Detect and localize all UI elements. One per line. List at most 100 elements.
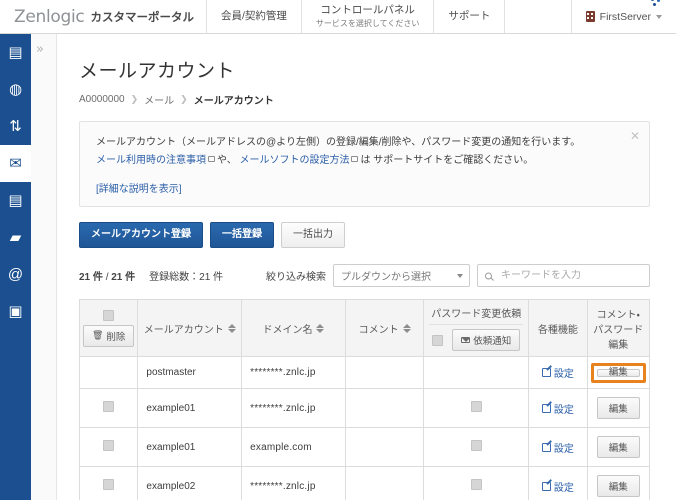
action-button-row: メールアカウント登録 一括登録 一括出力 bbox=[79, 222, 650, 248]
cell-account: postmaster bbox=[137, 356, 243, 389]
cell-password-checkbox bbox=[423, 356, 530, 389]
setting-link[interactable]: 設定 bbox=[541, 479, 574, 494]
delete-button[interactable]: 🗑 削除 bbox=[82, 324, 135, 347]
bulk-export-button[interactable]: 一括出力 bbox=[281, 222, 345, 248]
nav-item-membership[interactable]: 会員/契約管理 bbox=[207, 0, 301, 33]
header-functions: 各種機能 bbox=[528, 299, 588, 357]
row-checkbox[interactable] bbox=[103, 440, 115, 451]
main-content: メールアカウント A0000000 ❯ メール ❯ メールアカウント ✕ メール… bbox=[57, 34, 676, 500]
notice-link-precautions[interactable]: メール利用時の注意事項 bbox=[96, 155, 206, 166]
edit-button[interactable]: 編集 bbox=[596, 436, 640, 458]
left-sidebar: ▤ ◍ ⇅ ✉ ▤ ▰ @ ▣ bbox=[0, 34, 31, 500]
request-notify-label: 依頼通知 bbox=[473, 336, 512, 347]
table-row: example01 ********.znlc.jp 設定 編集 bbox=[78, 388, 651, 428]
mail-account-table-wrapper: 🗑 削除 メールアカウント ドメイン名 コメント パスワード変更依頼 依頼通知 … bbox=[78, 299, 651, 500]
header-edit-l2: パスワード bbox=[593, 324, 644, 336]
sidebar-item-server[interactable]: ▤ bbox=[0, 34, 31, 71]
row-checkbox[interactable] bbox=[103, 401, 115, 412]
notice-mid2: は サポートサイトをご確認ください。 bbox=[360, 154, 534, 166]
cell-edit: 編集 bbox=[586, 466, 651, 500]
logo-dots-icon bbox=[651, 0, 665, 6]
info-banner-line1: メールアカウント（メールアドレスの@より左側）の登録/編集/削除や、パスワード変… bbox=[96, 137, 581, 148]
notice-link-mailer-setup[interactable]: メールソフトの設定方法 bbox=[239, 155, 349, 166]
sidebar-item-at[interactable]: @ bbox=[0, 256, 31, 293]
setting-link[interactable]: 設定 bbox=[541, 401, 574, 416]
register-mail-account-button[interactable]: メールアカウント登録 bbox=[79, 222, 203, 248]
mail-icon: ✉ bbox=[9, 155, 22, 172]
cell-edit: 編集 bbox=[586, 427, 651, 467]
search-input[interactable] bbox=[501, 270, 642, 281]
info-banner-line2: メール利用時の注意事項 や、 メールソフトの設定方法は サポートサイトをご確認くだ… bbox=[96, 152, 623, 170]
select-all-checkbox[interactable] bbox=[103, 309, 115, 321]
header-mail-account[interactable]: メールアカウント bbox=[137, 299, 243, 357]
edit-button[interactable]: 編集 bbox=[596, 367, 640, 377]
cell-checkbox bbox=[78, 427, 139, 467]
pencil-icon bbox=[541, 403, 551, 413]
password-row-checkbox[interactable] bbox=[470, 440, 482, 451]
count-of: 21 件 bbox=[111, 272, 136, 283]
brand-logo[interactable]: Zenlogic カスタマーポータル bbox=[0, 0, 660, 33]
show-detail-link[interactable]: [詳細な説明を表示] bbox=[96, 180, 623, 195]
header-comment[interactable]: コメント bbox=[344, 299, 425, 357]
trash-icon: 🗑 bbox=[91, 330, 104, 340]
sidebar-item-database[interactable]: ▤ bbox=[0, 182, 31, 219]
cell-domain: example.com bbox=[241, 427, 346, 467]
table-row: example01 example.com 設定 編集 bbox=[78, 427, 651, 467]
count-separator: / bbox=[105, 272, 109, 283]
total-count-label: 登録総数：21 件 bbox=[149, 272, 224, 283]
sidebar-item-globe[interactable]: ◍ bbox=[0, 71, 31, 108]
delete-button-label: 削除 bbox=[106, 331, 126, 343]
sort-icon[interactable] bbox=[316, 323, 325, 333]
breadcrumb-separator-icon: ❯ bbox=[130, 94, 139, 104]
edit-button[interactable]: 編集 bbox=[596, 475, 640, 497]
table-header-row: 🗑 削除 メールアカウント ドメイン名 コメント パスワード変更依頼 依頼通知 … bbox=[78, 299, 651, 357]
search-icon bbox=[485, 272, 492, 279]
folder-icon: ▰ bbox=[9, 229, 22, 246]
cell-comment bbox=[344, 356, 425, 389]
cell-edit: 編集 bbox=[586, 388, 651, 428]
close-icon[interactable]: ✕ bbox=[630, 130, 640, 142]
sidebar-item-folder[interactable]: ▰ bbox=[0, 219, 31, 256]
nav-item-support[interactable]: サポート bbox=[434, 0, 504, 33]
breadcrumb-item-mail[interactable]: メール bbox=[144, 92, 174, 107]
transfer-icon: ⇅ bbox=[9, 118, 22, 135]
sort-icon[interactable] bbox=[227, 323, 236, 333]
password-row-checkbox[interactable] bbox=[470, 479, 482, 490]
chevron-down-icon bbox=[656, 14, 662, 19]
breadcrumb-item-account[interactable]: A0000000 bbox=[79, 94, 125, 105]
edit-button[interactable]: 編集 bbox=[596, 397, 640, 419]
cell-comment bbox=[344, 466, 425, 500]
brand-name: Zenlogic bbox=[14, 6, 85, 27]
search-box[interactable] bbox=[477, 264, 650, 287]
pencil-icon bbox=[541, 481, 551, 491]
header-comment-label: コメント bbox=[358, 324, 399, 336]
sidebar-item-mail[interactable]: ✉ bbox=[0, 145, 31, 182]
header-edit-l3: 編集 bbox=[608, 339, 629, 351]
page-title: メールアカウント bbox=[79, 61, 236, 82]
app-root: Zenlogic カスタマーポータル 会員/契約管理 コントロールパネル サービ… bbox=[0, 0, 676, 500]
setting-link[interactable]: 設定 bbox=[541, 440, 574, 455]
sort-icon[interactable] bbox=[402, 323, 411, 333]
count-current: 21 件 bbox=[79, 272, 103, 283]
header-password-request-label: パスワード変更依頼 bbox=[431, 309, 522, 320]
breadcrumb-separator-icon: ❯ bbox=[180, 94, 188, 104]
bulk-register-button[interactable]: 一括登録 bbox=[210, 222, 274, 248]
password-row-checkbox[interactable] bbox=[470, 401, 482, 412]
setting-link[interactable]: 設定 bbox=[541, 365, 574, 380]
header-password-request: パスワード変更依頼 依頼通知 bbox=[423, 299, 530, 357]
double-chevron-right-icon[interactable]: » bbox=[36, 42, 44, 57]
header-domain[interactable]: ドメイン名 bbox=[241, 299, 346, 357]
filter-select[interactable]: プルダウンから選択 bbox=[333, 264, 470, 287]
building-icon bbox=[585, 11, 595, 22]
header-functions-label: 各種機能 bbox=[537, 324, 578, 336]
request-notify-button[interactable]: 依頼通知 bbox=[452, 329, 521, 351]
header-comment-password-edit: コメント・ パスワード 編集 bbox=[586, 299, 651, 357]
sidebar-item-backup[interactable]: ▣ bbox=[0, 293, 31, 330]
sidebar-item-transfer[interactable]: ⇅ bbox=[0, 108, 31, 145]
select-all-password-checkbox[interactable] bbox=[432, 334, 444, 346]
nav-item-control-panel[interactable]: コントロールパネル サービスを選択してください bbox=[302, 0, 434, 33]
row-checkbox[interactable] bbox=[103, 479, 115, 490]
cell-password-checkbox bbox=[423, 466, 530, 500]
mail-account-table: 🗑 削除 メールアカウント ドメイン名 コメント パスワード変更依頼 依頼通知 … bbox=[78, 299, 651, 500]
